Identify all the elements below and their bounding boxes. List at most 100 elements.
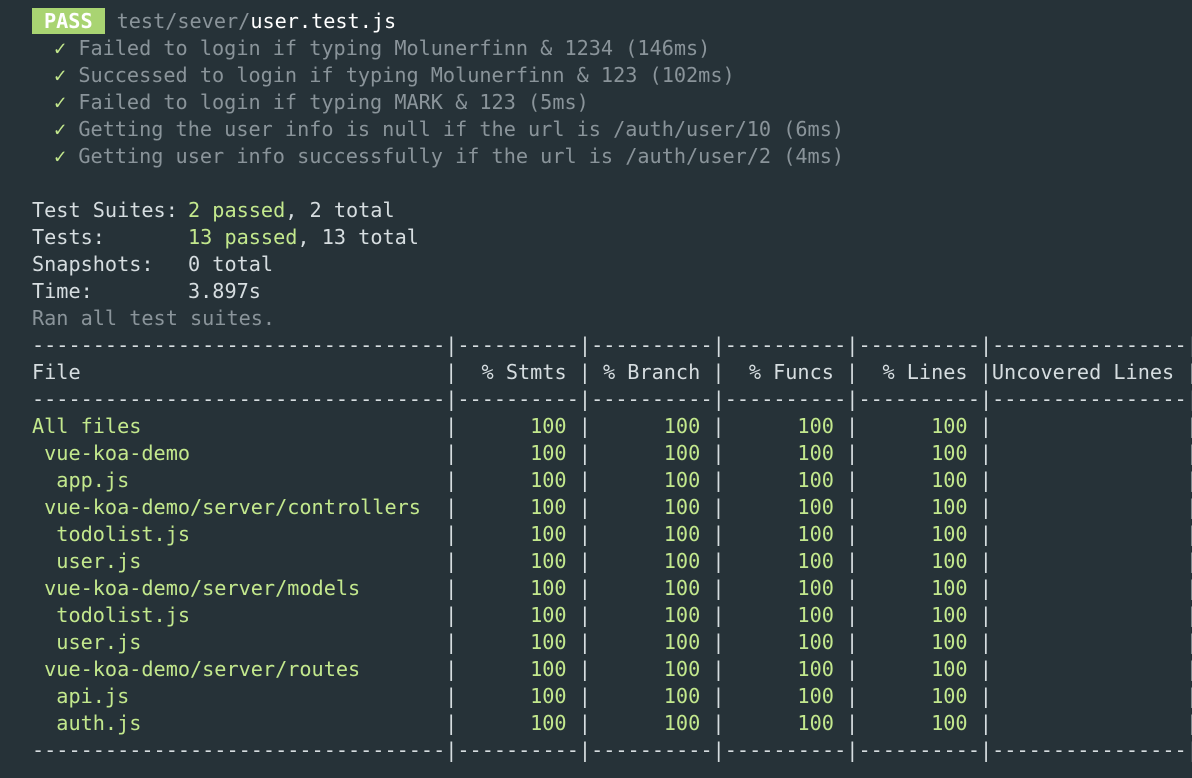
cell-file: user.js <box>32 549 142 573</box>
table-row: vue-koa-demo 100 100 100 100 | | | | | | <box>32 440 1192 467</box>
column-separator: | <box>445 468 458 492</box>
table-row: todolist.js 100 100 100 100 | | | | | | <box>32 521 1192 548</box>
column-separator: | <box>578 495 591 519</box>
header-funcs: % Funcs <box>748 360 834 384</box>
cell-lines: 100 <box>931 657 968 681</box>
cell-stmts: 100 <box>530 576 567 600</box>
column-separator: | <box>445 711 458 735</box>
column-separator: | <box>445 549 458 573</box>
cell-funcs: 100 <box>797 711 834 735</box>
table-row: auth.js 100 100 100 100 | | | | | | <box>32 710 1192 737</box>
cell-branch: 100 <box>663 603 701 627</box>
cell-funcs: 100 <box>797 468 834 492</box>
cell-lines: 100 <box>931 522 968 546</box>
summary-time: Time: 3.897s <box>32 278 1182 305</box>
column-separator: | <box>578 360 591 384</box>
cell-funcs: 100 <box>797 684 834 708</box>
cell-branch: 100 <box>663 441 701 465</box>
cell-funcs: 100 <box>797 549 834 573</box>
column-separator: | <box>578 684 591 708</box>
cell-funcs: 100 <box>797 603 834 627</box>
header-file: File <box>32 360 81 384</box>
check-mark-icon: ✓ <box>54 36 67 60</box>
table-row: vue-koa-demo/server/routes 100 100 100 100 | |… <box>32 656 1192 683</box>
column-separator: | <box>979 711 992 735</box>
column-separator: | <box>979 603 992 627</box>
snapshots-value: 0 total <box>188 252 274 276</box>
cell-file: All files <box>32 414 142 438</box>
column-separator: | <box>979 576 992 600</box>
test-name: Failed to login if typing Molunerfinn & … <box>78 36 711 60</box>
table-row: user.js 100 100 100 100 | | | | | | <box>32 629 1192 656</box>
tests-total: , 13 total <box>297 225 419 249</box>
suites-label: Test Suites: <box>32 198 178 222</box>
column-separator: | <box>578 522 591 546</box>
summary-snapshots: Snapshots: 0 total <box>32 251 1182 278</box>
column-separator: | <box>578 630 591 654</box>
column-separator: | <box>712 495 725 519</box>
cell-funcs: 100 <box>797 441 834 465</box>
column-separator: | <box>445 576 458 600</box>
cell-stmts: 100 <box>530 657 567 681</box>
cell-file: app.js <box>32 468 130 492</box>
check-mark-icon: ✓ <box>54 144 67 168</box>
column-separator: | <box>979 657 992 681</box>
column-separator: | <box>578 468 591 492</box>
column-separator: | <box>578 576 591 600</box>
coverage-table: ----------------------------------|-----… <box>32 332 1192 764</box>
column-separator: | <box>578 657 591 681</box>
column-separator: | <box>979 468 992 492</box>
column-separator: | <box>1186 575 1192 602</box>
column-separator: | <box>712 522 725 546</box>
column-separator: | <box>1186 548 1192 575</box>
table-row: All files 100 100 100 100 | | | | | | <box>32 413 1192 440</box>
cell-stmts: 100 <box>530 603 567 627</box>
ran-all-message: Ran all test suites. <box>32 306 276 330</box>
column-separator: | <box>846 468 859 492</box>
column-separator: | <box>979 495 992 519</box>
test-name: Successed to login if typing Molunerfinn… <box>78 63 735 87</box>
check-mark-icon: ✓ <box>54 63 67 87</box>
snapshots-label: Snapshots: <box>32 252 154 276</box>
cell-stmts: 100 <box>530 441 567 465</box>
column-separator: | <box>712 468 725 492</box>
test-result: ✓ Successed to login if typing Molunerfi… <box>32 62 1182 89</box>
cell-lines: 100 <box>931 576 968 600</box>
cell-lines: 100 <box>931 684 968 708</box>
column-separator: | <box>979 549 992 573</box>
column-separator: | <box>846 657 859 681</box>
table-row: vue-koa-demo/server/controllers 100 100 100… <box>32 494 1192 521</box>
cell-lines: 100 <box>931 603 968 627</box>
cell-file: api.js <box>32 684 130 708</box>
column-separator: | <box>712 576 725 600</box>
column-separator: | <box>979 414 992 438</box>
cell-stmts: 100 <box>530 414 567 438</box>
summary-tests: Tests: 13 passed, 13 total <box>32 224 1182 251</box>
cell-branch: 100 <box>663 549 701 573</box>
cell-file: vue-koa-demo/server/controllers <box>32 495 421 519</box>
cell-funcs: 100 <box>797 657 834 681</box>
column-separator: | <box>578 414 591 438</box>
table-divider: ----------------------------------|-----… <box>32 738 1192 762</box>
column-separator: | <box>712 603 725 627</box>
cell-branch: 100 <box>663 495 701 519</box>
column-separator: | <box>846 711 859 735</box>
column-separator: | <box>846 495 859 519</box>
test-file-header: PASS test/sever/user.test.js <box>32 8 1182 35</box>
tests-passed: 13 passed <box>188 225 298 249</box>
cell-branch: 100 <box>663 684 701 708</box>
column-separator: | <box>846 576 859 600</box>
cell-stmts: 100 <box>530 630 567 654</box>
cell-lines: 100 <box>931 468 968 492</box>
cell-file: todolist.js <box>32 522 191 546</box>
column-separator: | <box>712 630 725 654</box>
cell-lines: 100 <box>931 441 968 465</box>
cell-file: auth.js <box>32 711 142 735</box>
column-separator: | <box>578 549 591 573</box>
column-separator: | <box>1186 629 1192 656</box>
cell-branch: 100 <box>663 630 701 654</box>
cell-branch: 100 <box>663 414 701 438</box>
column-separator: | <box>846 360 859 384</box>
column-separator: | <box>846 414 859 438</box>
cell-branch: 100 <box>663 468 701 492</box>
